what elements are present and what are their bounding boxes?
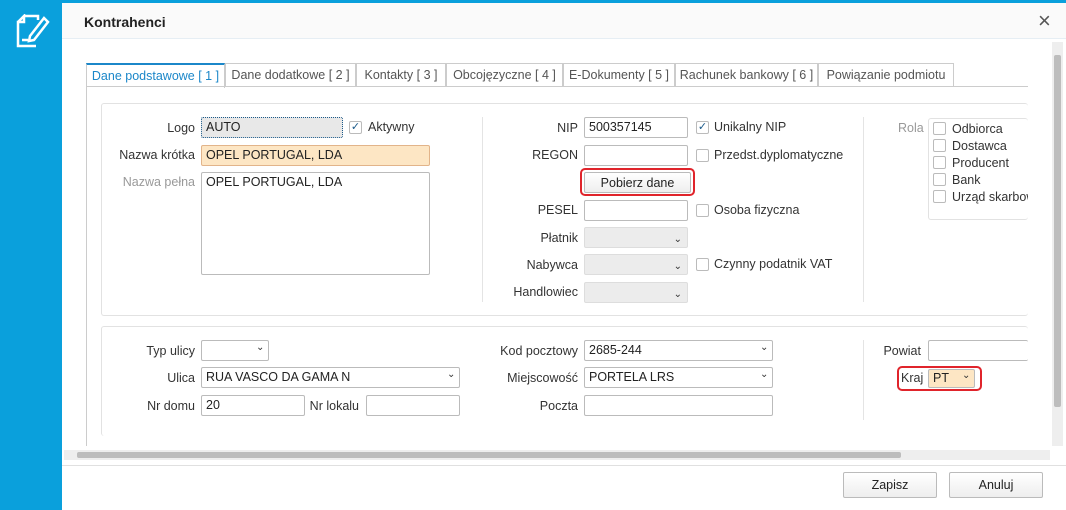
role-urzad-checkbox[interactable] xyxy=(933,190,946,203)
nip-field[interactable]: 500357145 xyxy=(584,117,688,138)
full-name-label: Nazwa pełna xyxy=(122,175,195,189)
tab-dane-dodatkowe[interactable]: Dane dodatkowe [ 2 ] xyxy=(225,63,356,87)
postcode-select[interactable]: 2685-244 xyxy=(584,340,773,361)
cancel-button[interactable]: Anuluj xyxy=(949,472,1043,498)
chevron-down-icon: ⌄ xyxy=(673,261,682,272)
logo-label: Logo xyxy=(167,121,195,135)
role-dostawca-checkbox[interactable] xyxy=(933,139,946,152)
flat-label: Nr lokalu xyxy=(309,399,359,413)
divider xyxy=(863,117,864,302)
chevron-down-icon: ⌄ xyxy=(673,289,682,300)
dialog-header xyxy=(62,3,1066,39)
diplomatic-checkbox[interactable] xyxy=(696,149,709,162)
nip-label: NIP xyxy=(557,121,578,135)
street-label: Ulica xyxy=(167,371,195,385)
diplomatic-label: Przedst.dyplomatyczne xyxy=(714,148,844,162)
aktywny-label: Aktywny xyxy=(368,120,415,134)
regon-label: REGON xyxy=(532,148,578,162)
logo-field[interactable]: AUTO xyxy=(201,117,343,138)
buyer-label: Nabywca xyxy=(526,258,578,272)
short-name-label: Nazwa krótka xyxy=(119,148,195,162)
role-label-item: Producent xyxy=(952,156,1009,170)
street-select[interactable]: RUA VASCO DA GAMA N xyxy=(201,367,460,388)
role-label-item: Bank xyxy=(952,173,981,187)
tab-kontakty[interactable]: Kontakty [ 3 ] xyxy=(356,63,446,87)
horizontal-scroll-thumb[interactable] xyxy=(77,452,901,458)
pesel-field[interactable] xyxy=(584,200,688,221)
vertical-scroll-thumb[interactable] xyxy=(1054,55,1061,407)
vat-checkbox[interactable] xyxy=(696,258,709,271)
footer-divider xyxy=(62,465,1066,466)
aktywny-checkbox[interactable]: ✓ xyxy=(349,121,362,134)
tab-dane-podstawowe[interactable]: Dane podstawowe [ 1 ] xyxy=(86,63,225,88)
chevron-down-icon: ⌄ xyxy=(962,370,971,381)
flat-field[interactable] xyxy=(366,395,460,416)
county-label: Powiat xyxy=(883,344,921,358)
regon-field[interactable] xyxy=(584,145,688,166)
tab-e-dokumenty[interactable]: E-Dokumenty [ 5 ] xyxy=(563,63,675,87)
full-name-textarea[interactable]: OPEL PORTUGAL, LDA xyxy=(201,172,430,275)
role-bank-checkbox[interactable] xyxy=(933,173,946,186)
payer-label: Płatnik xyxy=(540,231,578,245)
natural-person-label: Osoba fizyczna xyxy=(714,203,800,217)
tab-rachunek-bankowy[interactable]: Rachunek bankowy [ 6 ] xyxy=(675,63,818,87)
post-field[interactable] xyxy=(584,395,773,416)
role-label-item: Dostawca xyxy=(952,139,1007,153)
county-field[interactable] xyxy=(928,340,1028,361)
dialog-title: Kontrahenci xyxy=(84,14,166,30)
city-select[interactable]: PORTELA LRS xyxy=(584,367,773,388)
fetch-data-button[interactable]: Pobierz dane xyxy=(584,172,691,193)
role-label: Rola xyxy=(898,121,924,135)
chevron-down-icon: ⌄ xyxy=(673,234,682,245)
payer-select[interactable]: ⌄ xyxy=(584,227,688,248)
unique-nip-label: Unikalny NIP xyxy=(714,120,787,134)
city-label: Miejscowość xyxy=(507,371,578,385)
role-label-item: Urząd skarbow xyxy=(952,190,1028,204)
salesman-select[interactable]: ⌄ xyxy=(584,282,688,303)
role-odbiorca-checkbox[interactable] xyxy=(933,122,946,135)
app-sidebar xyxy=(0,0,62,510)
role-label-item: Odbiorca xyxy=(952,122,1003,136)
post-label: Poczta xyxy=(539,399,578,413)
postcode-label: Kod pocztowy xyxy=(500,344,578,358)
close-icon[interactable]: × xyxy=(1038,8,1051,34)
unique-nip-checkbox[interactable]: ✓ xyxy=(696,121,709,134)
country-label: Kraj xyxy=(901,371,924,385)
salesman-label: Handlowiec xyxy=(513,285,578,299)
tab-powiazanie-podmiotu[interactable]: Powiązanie podmiotu xyxy=(818,63,954,87)
house-label: Nr domu xyxy=(147,399,195,413)
street-type-label: Typ ulicy xyxy=(146,344,195,358)
pesel-label: PESEL xyxy=(537,203,578,217)
natural-person-checkbox[interactable] xyxy=(696,204,709,217)
tab-obcojezyczne[interactable]: Obcojęzyczne [ 4 ] xyxy=(446,63,563,87)
save-button[interactable]: Zapisz xyxy=(843,472,937,498)
role-producent-checkbox[interactable] xyxy=(933,156,946,169)
buyer-select[interactable]: ⌄ xyxy=(584,254,688,275)
vat-label: Czynny podatnik VAT xyxy=(714,257,833,271)
short-name-field[interactable]: OPEL PORTUGAL, LDA xyxy=(201,145,430,166)
edit-document-icon xyxy=(16,14,50,48)
